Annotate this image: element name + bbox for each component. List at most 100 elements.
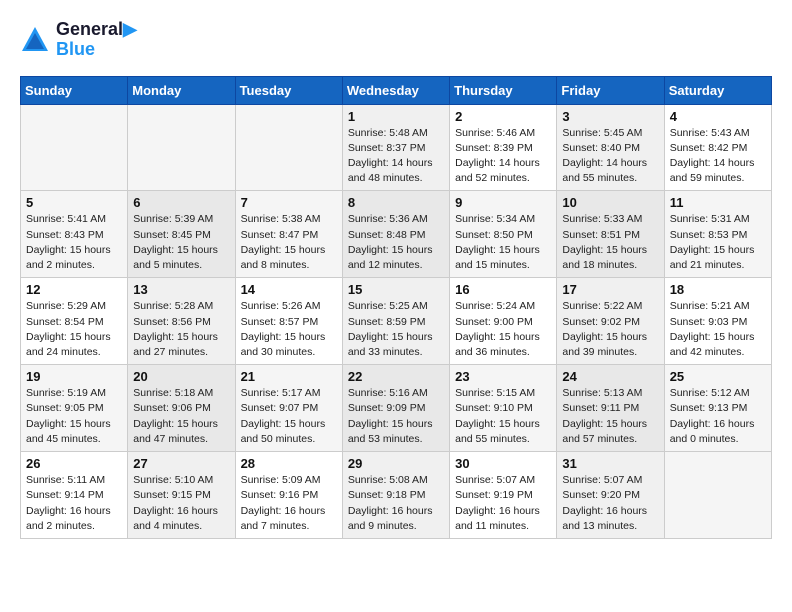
day-info-line: Daylight: 15 hours — [562, 330, 658, 345]
day-number: 6 — [133, 195, 229, 210]
calendar-body: 1Sunrise: 5:48 AMSunset: 8:37 PMDaylight… — [21, 104, 772, 538]
calendar-day-cell: 15Sunrise: 5:25 AMSunset: 8:59 PMDayligh… — [342, 278, 449, 365]
day-info-line: and 55 minutes. — [562, 171, 658, 186]
day-info-line: Daylight: 15 hours — [26, 417, 122, 432]
day-info-line: and 18 minutes. — [562, 258, 658, 273]
calendar-day-cell — [235, 104, 342, 191]
calendar-day-cell: 30Sunrise: 5:07 AMSunset: 9:19 PMDayligh… — [450, 452, 557, 539]
day-number: 14 — [241, 282, 337, 297]
day-info-line: Sunrise: 5:15 AM — [455, 386, 551, 401]
day-info-line: Sunrise: 5:46 AM — [455, 126, 551, 141]
day-info-line: Sunrise: 5:48 AM — [348, 126, 444, 141]
day-info-line: and 47 minutes. — [133, 432, 229, 447]
day-info-line: and 30 minutes. — [241, 345, 337, 360]
calendar-week-row: 1Sunrise: 5:48 AMSunset: 8:37 PMDaylight… — [21, 104, 772, 191]
day-number: 4 — [670, 109, 766, 124]
day-info-line: Sunrise: 5:38 AM — [241, 212, 337, 227]
day-info-line: Sunrise: 5:31 AM — [670, 212, 766, 227]
calendar-day-cell: 13Sunrise: 5:28 AMSunset: 8:56 PMDayligh… — [128, 278, 235, 365]
calendar-day-cell: 25Sunrise: 5:12 AMSunset: 9:13 PMDayligh… — [664, 365, 771, 452]
day-number: 10 — [562, 195, 658, 210]
calendar-day-cell: 19 Sunrise: 5:19 AMSunset: 9:05 PMDayligh… — [21, 365, 128, 452]
day-info-line: Sunset: 8:47 PM — [241, 228, 337, 243]
calendar-day-cell: 23Sunrise: 5:15 AMSunset: 9:10 PMDayligh… — [450, 365, 557, 452]
day-number: 13 — [133, 282, 229, 297]
day-info-line: Sunrise: 5:13 AM — [562, 386, 658, 401]
day-number: 8 — [348, 195, 444, 210]
day-info-line: Daylight: 16 hours — [26, 504, 122, 519]
calendar-day-cell: 16Sunrise: 5:24 AMSunset: 9:00 PMDayligh… — [450, 278, 557, 365]
day-info-line: Daylight: 14 hours — [562, 156, 658, 171]
day-info-line: Sunset: 8:57 PM — [241, 315, 337, 330]
day-number: 26 — [26, 456, 122, 471]
day-info-line: and 52 minutes. — [455, 171, 551, 186]
day-info-line: Sunrise: 5:08 AM — [348, 473, 444, 488]
day-info-line: Sunset: 8:42 PM — [670, 141, 766, 156]
day-info-line: Sunrise: 5:24 AM — [455, 299, 551, 314]
calendar-day-cell: 2Sunrise: 5:46 AMSunset: 8:39 PMDaylight… — [450, 104, 557, 191]
day-info-line: Sunset: 9:03 PM — [670, 315, 766, 330]
day-info-line: Sunrise: 5:36 AM — [348, 212, 444, 227]
day-info-line: Daylight: 16 hours — [133, 504, 229, 519]
day-info-line: Daylight: 15 hours — [455, 243, 551, 258]
day-info-line: Daylight: 16 hours — [241, 504, 337, 519]
calendar-day-cell: 11Sunrise: 5:31 AMSunset: 8:53 PMDayligh… — [664, 191, 771, 278]
day-number: 9 — [455, 195, 551, 210]
day-info-line: Sunrise: 5:41 AM — [26, 212, 122, 227]
day-number: 22 — [348, 369, 444, 384]
day-info-line: Daylight: 15 hours — [455, 417, 551, 432]
calendar-week-row: 19Sunrise: 5:19 AMSunset: 9:05 PMDayligh… — [21, 365, 772, 452]
day-info-line: Sunset: 9:07 PM — [241, 401, 337, 416]
day-info-line: and 15 minutes. — [455, 258, 551, 273]
calendar-day-cell: 7Sunrise: 5:38 AMSunset: 8:47 PMDaylight… — [235, 191, 342, 278]
calendar-day-cell: 8Sunrise: 5:36 AMSunset: 8:48 PMDaylight… — [342, 191, 449, 278]
calendar-day-cell: 12Sunrise: 5:29 AMSunset: 8:54 PMDayligh… — [21, 278, 128, 365]
day-number: 31 — [562, 456, 658, 471]
day-info-line: Daylight: 16 hours — [455, 504, 551, 519]
day-info-line: Daylight: 15 hours — [562, 243, 658, 258]
calendar-day-cell: 27Sunrise: 5:10 AMSunset: 9:15 PMDayligh… — [128, 452, 235, 539]
day-info-line: Daylight: 15 hours — [133, 243, 229, 258]
calendar-day-cell: 5Sunrise: 5:41 AMSunset: 8:43 PMDaylight… — [21, 191, 128, 278]
day-info-line: and 33 minutes. — [348, 345, 444, 360]
day-info-line: Daylight: 15 hours — [455, 330, 551, 345]
day-number: 2 — [455, 109, 551, 124]
day-info-line: Sunrise: 5:19 AM — [26, 386, 122, 401]
day-number: 30 — [455, 456, 551, 471]
day-info-line: Daylight: 14 hours — [455, 156, 551, 171]
day-number: 24 — [562, 369, 658, 384]
day-info-line: Sunrise: 5:07 AM — [562, 473, 658, 488]
day-info-line: Sunset: 8:43 PM — [26, 228, 122, 243]
calendar-day-cell — [664, 452, 771, 539]
day-number: 18 — [670, 282, 766, 297]
calendar-day-cell: 10Sunrise: 5:33 AMSunset: 8:51 PMDayligh… — [557, 191, 664, 278]
day-info-line: Sunset: 9:05 PM — [26, 401, 122, 416]
weekday-header-cell: Sunday — [21, 76, 128, 104]
calendar-day-cell: 26Sunrise: 5:11 AMSunset: 9:14 PMDayligh… — [21, 452, 128, 539]
day-number: 19 — [26, 369, 122, 384]
day-info-line: Sunrise: 5:26 AM — [241, 299, 337, 314]
day-info-line: Sunset: 8:50 PM — [455, 228, 551, 243]
calendar-day-cell: 22Sunrise: 5:16 AMSunset: 9:09 PMDayligh… — [342, 365, 449, 452]
day-info-line: Sunrise: 5:29 AM — [26, 299, 122, 314]
day-info-line: Daylight: 15 hours — [348, 417, 444, 432]
calendar-day-cell: 18Sunrise: 5:21 AMSunset: 9:03 PMDayligh… — [664, 278, 771, 365]
day-info-line: and 13 minutes. — [562, 519, 658, 534]
day-info-line: Daylight: 15 hours — [348, 330, 444, 345]
day-info-line: Daylight: 16 hours — [562, 504, 658, 519]
day-info-line: Sunset: 8:53 PM — [670, 228, 766, 243]
day-info-line: Daylight: 15 hours — [133, 330, 229, 345]
day-number: 16 — [455, 282, 551, 297]
day-info-line: Daylight: 14 hours — [670, 156, 766, 171]
day-number: 5 — [26, 195, 122, 210]
day-info-line: and 27 minutes. — [133, 345, 229, 360]
calendar-day-cell: 31Sunrise: 5:07 AMSunset: 9:20 PMDayligh… — [557, 452, 664, 539]
day-info-line: Daylight: 14 hours — [348, 156, 444, 171]
calendar-day-cell: 9Sunrise: 5:34 AMSunset: 8:50 PMDaylight… — [450, 191, 557, 278]
weekday-header-cell: Thursday — [450, 76, 557, 104]
day-info-line: and 4 minutes. — [133, 519, 229, 534]
day-info-line: Sunset: 9:13 PM — [670, 401, 766, 416]
weekday-header-cell: Monday — [128, 76, 235, 104]
day-number: 12 — [26, 282, 122, 297]
day-info-line: Sunset: 9:16 PM — [241, 488, 337, 503]
